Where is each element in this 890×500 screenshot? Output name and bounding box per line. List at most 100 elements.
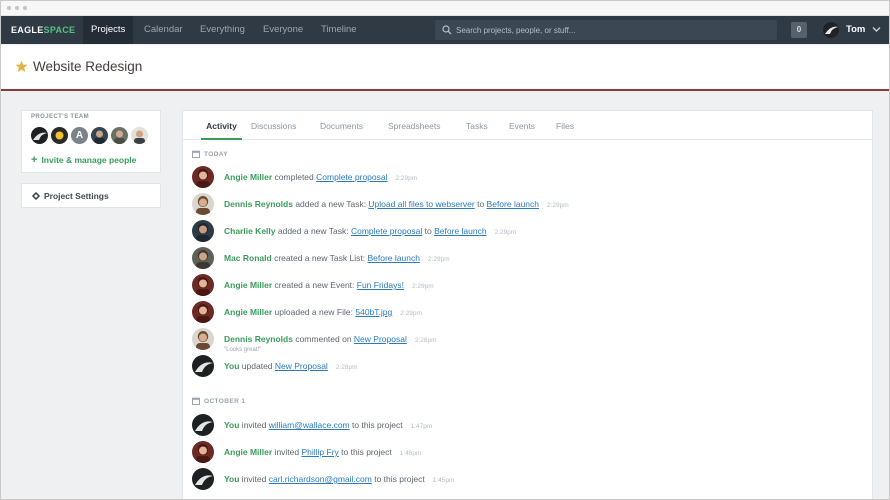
target-link[interactable]: Complete proposal <box>316 172 387 182</box>
invite-label: Invite & manage people <box>41 155 137 165</box>
actor-link[interactable]: Dennis Reynolds <box>224 199 293 209</box>
target-link[interactable]: 540bT.jpg <box>355 307 392 317</box>
activity-text: Angie Miller created a new Event: Fun Fr… <box>224 280 434 290</box>
avatar[interactable]: A <box>71 127 88 144</box>
target-link[interactable]: Before launch <box>367 253 419 263</box>
actor-link[interactable]: You <box>224 420 239 430</box>
actor-link[interactable]: Angie Miller <box>224 172 272 182</box>
activity-connector: to this project <box>349 420 403 430</box>
tab-events[interactable]: Events <box>509 111 535 140</box>
avatar[interactable] <box>192 247 214 269</box>
avatar[interactable] <box>111 127 128 144</box>
tab-files[interactable]: Files <box>556 111 574 140</box>
target-link[interactable]: Complete proposal <box>351 226 422 236</box>
person-photo-icon <box>192 274 214 296</box>
activity-connector: to <box>422 226 435 236</box>
timestamp: 2:28pm <box>335 364 358 371</box>
target-link[interactable]: carl.richardson@gmail.com <box>269 474 372 484</box>
target-link[interactable]: Before launch <box>434 226 486 236</box>
nav-timeline[interactable]: Timeline <box>313 16 365 44</box>
page-title: Website Redesign <box>33 59 143 74</box>
invite-people-link[interactable]: + Invite & manage people <box>31 154 136 166</box>
activity-text: You invited carl.richardson@gmail.com to… <box>224 474 454 484</box>
activity-verb: commented on <box>292 334 354 344</box>
activity-verb: added a new Task: <box>292 199 369 209</box>
activity-text: You invited william@wallace.com to this … <box>224 420 432 430</box>
avatar[interactable] <box>131 127 148 144</box>
avatar[interactable] <box>91 127 108 144</box>
avatar[interactable] <box>51 127 68 144</box>
user-avatar <box>823 22 839 38</box>
timestamp: 2:29pm <box>395 175 418 182</box>
avatar[interactable] <box>192 441 214 463</box>
avatar[interactable] <box>192 414 214 436</box>
avatar[interactable] <box>31 127 48 144</box>
avatar[interactable] <box>192 328 214 350</box>
actor-link[interactable]: Charlie Kelly <box>224 226 276 236</box>
avatar[interactable] <box>192 193 214 215</box>
nav-everyone[interactable]: Everyone <box>255 16 311 44</box>
activity-connector: to this project <box>371 474 425 484</box>
activity-panel: Activity Discussions Documents Spreadshe… <box>182 110 873 499</box>
timestamp: 1:46pm <box>399 450 422 457</box>
activity-text: Angie Miller uploaded a new File: 540bT.… <box>224 307 422 317</box>
project-settings-button[interactable]: Project Settings <box>21 183 161 208</box>
actor-link[interactable]: Angie Miller <box>224 280 272 290</box>
actor-link[interactable]: Mac Ronald <box>224 253 272 263</box>
notification-badge[interactable]: 0 <box>791 22 807 38</box>
gear-icon <box>32 192 40 200</box>
target-link[interactable]: william@wallace.com <box>269 420 350 430</box>
activity-verb: invited <box>272 447 302 457</box>
activity-text: Angie Miller completed Complete proposal… <box>224 172 417 182</box>
eagle-avatar-icon <box>825 26 838 34</box>
actor-link[interactable]: Dennis Reynolds <box>224 334 293 344</box>
activity-verb: completed <box>272 172 317 182</box>
window-dot <box>15 6 19 10</box>
activity-text: Charlie Kelly added a new Task: Complete… <box>224 226 516 236</box>
target-link[interactable]: Fun Fridays! <box>357 280 404 290</box>
activity-item: Dennis Reynolds added a new Task: Upload… <box>192 193 852 219</box>
project-tabs: Activity Discussions Documents Spreadshe… <box>183 111 872 140</box>
avatar[interactable] <box>192 220 214 242</box>
tab-tasks[interactable]: Tasks <box>466 111 488 140</box>
target-link[interactable]: Upload all files to webserver <box>368 199 474 209</box>
nav-everything[interactable]: Everything <box>192 16 253 44</box>
tab-spreadsheets[interactable]: Spreadsheets <box>388 111 440 140</box>
tab-documents[interactable]: Documents <box>320 111 363 140</box>
star-icon[interactable] <box>15 60 28 73</box>
actor-link[interactable]: Angie Miller <box>224 307 272 317</box>
avatar[interactable] <box>192 301 214 323</box>
nav-projects[interactable]: Projects <box>83 16 134 44</box>
activity-item: You invited carl.richardson@gmail.com to… <box>192 468 852 494</box>
plus-icon: + <box>31 154 38 166</box>
app-logo[interactable]: EAGLESPACE <box>11 16 75 44</box>
target-link[interactable]: Phillip Fry <box>301 447 338 457</box>
actor-link[interactable]: You <box>224 361 239 371</box>
activity-verb: added a new Task: <box>275 226 351 236</box>
nav-calendar[interactable]: Calendar <box>136 16 191 44</box>
search-input[interactable] <box>456 20 771 40</box>
target-link[interactable]: New Proposal <box>354 334 407 344</box>
actor-link[interactable]: You <box>224 474 239 484</box>
target-link[interactable]: Before launch <box>487 199 539 209</box>
avatar[interactable] <box>192 355 214 377</box>
logo-text: EAGLE <box>11 25 44 35</box>
search-box[interactable] <box>435 20 777 40</box>
timestamp: 2:29pm <box>427 256 450 263</box>
person-photo-icon <box>192 193 214 215</box>
project-team-card: PROJECT'S TEAM A + Invite & manage people <box>21 110 161 173</box>
timestamp: 1:47pm <box>410 423 433 430</box>
tab-discussions[interactable]: Discussions <box>251 111 296 140</box>
window-dot <box>7 6 11 10</box>
target-link[interactable]: New Proposal <box>275 361 328 371</box>
calendar-icon <box>192 150 200 158</box>
actor-link[interactable]: Angie Miller <box>224 447 272 457</box>
activity-item: Angie Miller uploaded a new File: 540bT.… <box>192 301 852 327</box>
timestamp: 2:29pm <box>494 229 517 236</box>
avatar[interactable] <box>192 468 214 490</box>
tab-activity[interactable]: Activity <box>201 111 242 140</box>
activity-verb: created a new Task List: <box>271 253 368 263</box>
activity-text: Mac Ronald created a new Task List: Befo… <box>224 253 450 263</box>
avatar[interactable] <box>192 274 214 296</box>
avatar[interactable] <box>192 166 214 188</box>
